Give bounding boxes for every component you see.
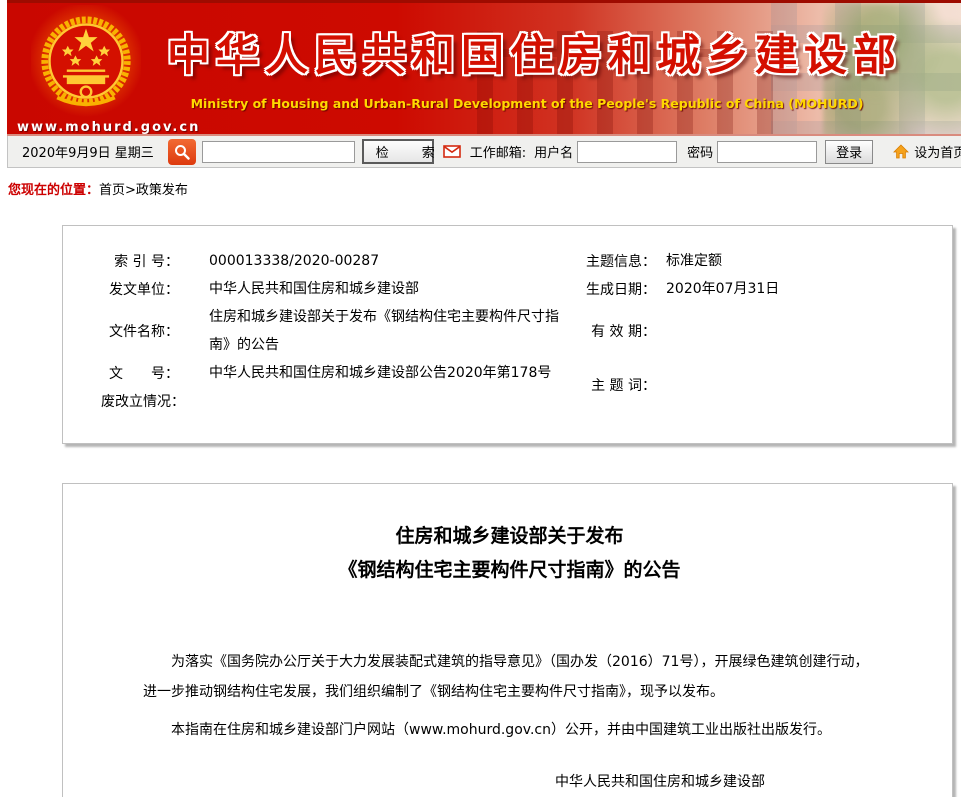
meta-row-subject-words: 主 题 词： bbox=[586, 371, 936, 399]
meta-value: 000013338/2020-00287 bbox=[209, 247, 379, 275]
breadcrumb-path[interactable]: 首页>政策发布 bbox=[99, 183, 188, 198]
breadcrumb-prefix: 您现在的位置： bbox=[8, 183, 99, 198]
meta-label: 文件名称： bbox=[101, 321, 179, 341]
username-input[interactable] bbox=[577, 141, 677, 163]
announcement-paragraph: 为落实《国务院办公厅关于大力发展装配式建筑的指导意见》（国办发（2016）71号… bbox=[143, 647, 876, 707]
announcement-body: 为落实《国务院办公厅关于大力发展装配式建筑的指导意见》（国办发（2016）71号… bbox=[143, 647, 876, 745]
search-input[interactable] bbox=[202, 141, 355, 163]
meta-value: 住房和城乡建设部关于发布《钢结构住宅主要构件尺寸指南》的公告 bbox=[209, 303, 564, 359]
meta-row-index-no: 索 引 号： 000013338/2020-00287 bbox=[101, 247, 586, 275]
announcement-title: 住房和城乡建设部关于发布 《钢结构住宅主要构件尺寸指南》的公告 bbox=[143, 519, 876, 587]
set-home-link[interactable]: 设为首页 bbox=[914, 142, 961, 161]
meta-label: 主题信息： bbox=[586, 251, 656, 271]
page: www.mohurd.gov.cn 中华人民共和国住房和城乡建设部 Minist… bbox=[7, 0, 961, 797]
meta-value: 中华人民共和国住房和城乡建设部公告2020年第178号 bbox=[209, 359, 551, 387]
meta-value: 标准定额 bbox=[666, 247, 722, 275]
meta-label: 索 引 号： bbox=[101, 251, 179, 271]
mailbox-label: 工作邮箱: bbox=[470, 142, 526, 161]
announcement-box: 住房和城乡建设部关于发布 《钢结构住宅主要构件尺寸指南》的公告 为落实《国务院办… bbox=[62, 483, 953, 797]
site-header-banner: www.mohurd.gov.cn 中华人民共和国住房和城乡建设部 Minist… bbox=[7, 0, 961, 136]
meta-label: 有 效 期： bbox=[586, 321, 656, 341]
meta-row-repeal-status: 废改立情况： bbox=[101, 387, 586, 415]
announcement-paragraph: 本指南在住房和城乡建设部门户网站（www.mohurd.gov.cn）公开，并由… bbox=[143, 715, 876, 745]
meta-row-doc-number: 文 号： 中华人民共和国住房和城乡建设部公告2020年第178号 bbox=[101, 359, 586, 387]
home-icon[interactable] bbox=[893, 144, 909, 159]
login-button[interactable]: 登录 bbox=[825, 140, 873, 164]
search-button[interactable]: 检 索 bbox=[362, 139, 434, 164]
current-date: 2020年9月9日 星期三 bbox=[22, 142, 154, 161]
meta-row-valid-period: 有 效 期： bbox=[586, 317, 936, 345]
username-label: 用户名 bbox=[534, 142, 573, 161]
header-site-url: www.mohurd.gov.cn bbox=[17, 120, 200, 135]
site-title-cn: 中华人民共和国住房和城乡建设部 bbox=[167, 21, 887, 83]
meta-right-column: 主题信息： 标准定额 生成日期： 2020年07月31日 有 效 期： 主 题 … bbox=[586, 247, 936, 415]
breadcrumb: 您现在的位置：首页>政策发布 bbox=[8, 179, 961, 198]
announcement-signature-block: 中华人民共和国住房和城乡建设部 2020年7月31日 bbox=[540, 767, 780, 797]
meta-label: 生成日期： bbox=[586, 279, 656, 299]
search-icon[interactable] bbox=[168, 139, 196, 165]
announcement-title-line2: 《钢结构住宅主要构件尺寸指南》的公告 bbox=[143, 553, 876, 587]
meta-label: 发文单位： bbox=[101, 279, 179, 299]
site-title-en: Ministry of Housing and Urban-Rural Deve… bbox=[167, 96, 887, 111]
national-emblem-icon bbox=[31, 5, 141, 121]
meta-label: 废改立情况： bbox=[101, 391, 179, 411]
meta-left-column: 索 引 号： 000013338/2020-00287 发文单位： 中华人民共和… bbox=[101, 247, 586, 415]
password-label: 密码 bbox=[687, 142, 713, 161]
mail-icon bbox=[443, 145, 461, 158]
meta-row-topic-info: 主题信息： 标准定额 bbox=[586, 247, 936, 275]
password-input[interactable] bbox=[717, 141, 817, 163]
meta-label: 主 题 词： bbox=[586, 375, 656, 395]
signature-org: 中华人民共和国住房和城乡建设部 bbox=[540, 767, 780, 797]
meta-row-issuing-unit: 发文单位： 中华人民共和国住房和城乡建设部 bbox=[101, 275, 586, 303]
meta-value: 2020年07月31日 bbox=[666, 275, 779, 303]
meta-value: 中华人民共和国住房和城乡建设部 bbox=[209, 275, 419, 303]
meta-label: 文 号： bbox=[101, 363, 179, 383]
document-meta-box: 索 引 号： 000013338/2020-00287 发文单位： 中华人民共和… bbox=[62, 225, 953, 444]
announcement-title-line1: 住房和城乡建设部关于发布 bbox=[143, 519, 876, 553]
toolbar: 2020年9月9日 星期三 检 索 工作邮箱: 用户名 密码 登录 设为首页 bbox=[7, 136, 961, 168]
meta-row-create-date: 生成日期： 2020年07月31日 bbox=[586, 275, 936, 303]
meta-row-doc-title: 文件名称： 住房和城乡建设部关于发布《钢结构住宅主要构件尺寸指南》的公告 bbox=[101, 303, 586, 359]
